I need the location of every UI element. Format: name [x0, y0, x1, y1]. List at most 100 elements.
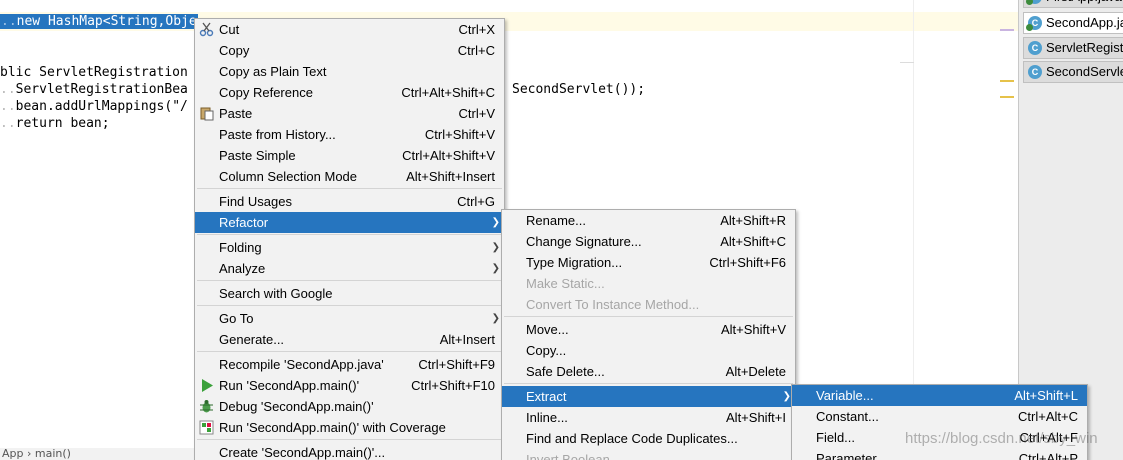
warning-marker[interactable] [1000, 80, 1014, 82]
menu-item-shortcut: Alt+Shift+L [1014, 388, 1078, 403]
menu-item-label: Convert To Instance Method... [526, 297, 700, 312]
extract-submenu: Variable... Alt+Shift+L Constant... Ctrl+Al… [791, 384, 1088, 460]
menu-item-shortcut: Ctrl+Shift+F10 [411, 378, 495, 393]
menu-item-label: Find and Replace Code Duplicates... [526, 431, 738, 446]
context-menu-item-generate[interactable]: Generate... Alt+Insert [195, 329, 504, 350]
context-menu-item-create-secondapp-main[interactable]: Create 'SecondApp.main()'... [195, 442, 504, 460]
refactor-menu-item-change-signature[interactable]: Change Signature... Alt+Shift+C [502, 231, 795, 252]
chevron-right-icon: ❯ [782, 391, 791, 402]
menu-item-label: Refactor [219, 215, 269, 230]
menu-item-shortcut: Ctrl+Alt+Shift+V [402, 148, 495, 163]
extract-menu-item-constant[interactable]: Constant... Ctrl+Alt+C [792, 406, 1087, 427]
extract-menu-item-variable[interactable]: Variable... Alt+Shift+L [792, 385, 1087, 406]
refactor-menu-item-find-and-replace-code-duplicates[interactable]: Find and Replace Code Duplicates... [502, 428, 795, 449]
menu-item-shortcut: Ctrl+V [458, 106, 495, 121]
context-menu-item-copy-as-plain-text[interactable]: Copy as Plain Text [195, 61, 504, 82]
menu-item-label: Copy [219, 43, 250, 58]
menu-item-label: Rename... [526, 213, 586, 228]
context-menu-item-run-secondapp-main-with-coverage[interactable]: Run 'SecondApp.main()' with Coverage [195, 417, 504, 438]
menu-item-shortcut: Alt+Delete [725, 364, 786, 379]
menu-item-label: Go To [219, 311, 254, 326]
menu-item-label: Type Migration... [526, 255, 623, 270]
menu-item-shortcut: Alt+Insert [439, 332, 495, 347]
menu-item-shortcut: Alt+Shift+C [720, 234, 786, 249]
context-menu-item-find-usages[interactable]: Find Usages Ctrl+G [195, 191, 504, 212]
menu-item-shortcut: Ctrl+Alt+C [1018, 409, 1078, 424]
menu-item-label: Paste Simple [219, 148, 296, 163]
context-menu-item-analyze[interactable]: Analyze ❯ [195, 258, 504, 279]
menu-item-label: Move... [526, 322, 569, 337]
menu-item-label: Generate... [219, 332, 285, 347]
context-menu-item-paste[interactable]: Paste Ctrl+V [195, 103, 504, 124]
code-line[interactable]: ..new HashMap<String,Obje [0, 13, 198, 30]
menu-item-label: Copy... [526, 343, 567, 358]
menu-item-label: Recompile 'SecondApp.java' [219, 357, 384, 372]
menu-item-shortcut: Alt+Shift+V [720, 322, 786, 337]
context-menu-item-copy-reference[interactable]: Copy Reference Ctrl+Alt+Shift+C [195, 82, 504, 103]
context-menu-item-copy[interactable]: Copy Ctrl+C [195, 40, 504, 61]
context-menu-item-debug-secondapp-main[interactable]: Debug 'SecondApp.main()' [195, 396, 504, 417]
menu-item-shortcut: Ctrl+Shift+F9 [418, 357, 495, 372]
refactor-menu-item-copy[interactable]: Copy... [502, 340, 795, 361]
menu-item-label: Variable... [816, 388, 874, 403]
menu-item-label: Debug 'SecondApp.main()' [219, 399, 374, 414]
context-menu-item-cut[interactable]: Cut Ctrl+X [195, 19, 504, 40]
refactor-menu-item-extract[interactable]: Extract ❯ [502, 386, 795, 407]
menu-item-label: Safe Delete... [526, 364, 605, 379]
refactor-menu-item-convert-to-instance-method: Convert To Instance Method... [502, 294, 795, 315]
breadcrumb[interactable]: App › main() [0, 448, 200, 460]
menu-item-shortcut: Ctrl+Shift+V [424, 127, 495, 142]
menu-item-label: Make Static... [526, 276, 605, 291]
menu-item-shortcut: Alt+Shift+Insert [406, 169, 495, 184]
chevron-right-icon: ❯ [491, 263, 500, 274]
menu-item-label: Create 'SecondApp.main()'... [219, 445, 386, 460]
menu-item-shortcut: Ctrl+Alt+Shift+C [401, 85, 495, 100]
tab-servletregistration[interactable]: C ServletRegistration [1023, 37, 1123, 59]
menu-item-label: Search with Google [219, 286, 333, 301]
java-class-icon: C [1026, 0, 1042, 5]
code-selection: ..new HashMap<String,Obje [0, 14, 198, 29]
menu-item-label: Parameter... [816, 451, 887, 460]
tab-secondservlet[interactable]: C SecondServlet [1023, 61, 1123, 83]
refactor-menu-item-inline[interactable]: Inline... Alt+Shift+I [502, 407, 795, 428]
refactor-menu-item-safe-delete[interactable]: Safe Delete... Alt+Delete [502, 361, 795, 382]
context-menu-item-refactor[interactable]: Refactor ❯ [195, 212, 504, 233]
menu-item-label: Run 'SecondApp.main()' with Coverage [219, 420, 446, 435]
code-line[interactable]: blic ServletRegistration [0, 64, 188, 81]
menu-item-label: Change Signature... [526, 234, 642, 249]
scissors-icon [199, 22, 214, 37]
context-menu-item-recompile-secondapp-java[interactable]: Recompile 'SecondApp.java' Ctrl+Shift+F9 [195, 354, 504, 375]
refactor-menu-item-rename[interactable]: Rename... Alt+Shift+R [502, 210, 795, 231]
code-line[interactable]: ..ServletRegistrationBea [0, 81, 188, 98]
java-class-icon: C [1028, 65, 1042, 79]
menu-item-label: Column Selection Mode [219, 169, 358, 184]
extract-menu-item-parameter[interactable]: Parameter... Ctrl+Alt+P [792, 448, 1087, 460]
tab-label: ServletRegistration [1046, 40, 1123, 55]
menu-item-label: Analyze [219, 261, 266, 276]
context-menu-item-search-with-google[interactable]: Search with Google [195, 283, 504, 304]
chevron-right-icon: ❯ [491, 313, 500, 324]
code-line-tail[interactable]: SecondServlet()); [512, 81, 645, 98]
context-menu-item-go-to[interactable]: Go To ❯ [195, 308, 504, 329]
tab-firstapp-java[interactable]: C FirstApp.java [1023, 0, 1123, 8]
context-menu-item-run-secondapp-main[interactable]: Run 'SecondApp.main()' Ctrl+Shift+F10 [195, 375, 504, 396]
context-menu-item-paste-simple[interactable]: Paste Simple Ctrl+Alt+Shift+V [195, 145, 504, 166]
tab-secondapp-java[interactable]: C SecondApp.java [1023, 12, 1123, 34]
code-line[interactable]: ..bean.addUrlMappings("/ [0, 98, 188, 115]
warning-marker[interactable] [1000, 96, 1014, 98]
menu-item-label: Find Usages [219, 194, 292, 209]
refactor-menu-item-move[interactable]: Move... Alt+Shift+V [502, 319, 795, 340]
java-class-icon: C [1028, 41, 1042, 55]
menu-item-label: Cut [219, 22, 240, 37]
refactor-menu-item-type-migration[interactable]: Type Migration... Ctrl+Shift+F6 [502, 252, 795, 273]
gutter-marker[interactable] [1000, 29, 1014, 31]
menu-item-label: Paste [219, 106, 253, 121]
context-menu-item-folding[interactable]: Folding ❯ [195, 237, 504, 258]
context-menu-item-column-selection-mode[interactable]: Column Selection Mode Alt+Shift+Insert [195, 166, 504, 187]
menu-item-shortcut: Ctrl+G [457, 194, 495, 209]
menu-item-label: Inline... [526, 410, 568, 425]
code-line[interactable]: ..return bean; [0, 115, 110, 132]
context-menu-item-paste-from-history[interactable]: Paste from History... Ctrl+Shift+V [195, 124, 504, 145]
run-icon [199, 378, 214, 393]
refactor-menu-item-make-static: Make Static... [502, 273, 795, 294]
